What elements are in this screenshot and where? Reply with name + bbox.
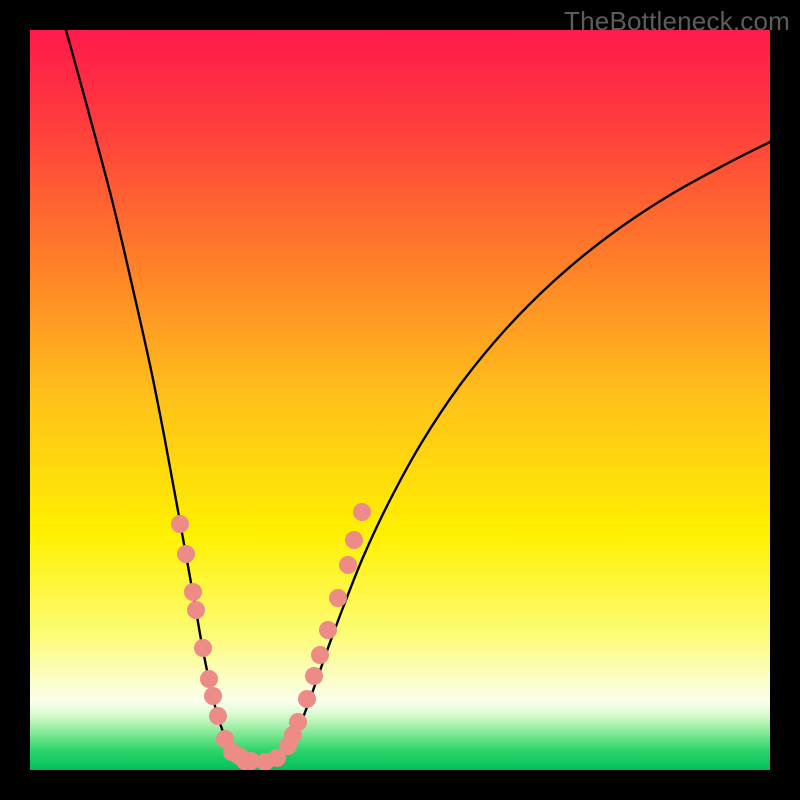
marker-right-6 <box>319 621 337 639</box>
marker-left-3 <box>187 601 205 619</box>
bottleneck-chart <box>30 30 770 770</box>
marker-left-1 <box>177 545 195 563</box>
marker-right-7 <box>329 589 347 607</box>
marker-right-5 <box>311 646 329 664</box>
plot-area <box>30 30 770 770</box>
marker-right-2 <box>289 713 307 731</box>
marker-left-6 <box>204 687 222 705</box>
marker-left-2 <box>184 583 202 601</box>
gradient-background <box>30 30 770 770</box>
watermark-text: TheBottleneck.com <box>564 6 790 37</box>
marker-right-9 <box>345 531 363 549</box>
marker-right-4 <box>305 667 323 685</box>
marker-left-5 <box>200 670 218 688</box>
marker-left-7 <box>209 707 227 725</box>
marker-left-4 <box>194 639 212 657</box>
marker-right-3 <box>298 690 316 708</box>
marker-left-0 <box>171 515 189 533</box>
marker-bottom-3 <box>268 749 286 767</box>
marker-right-8 <box>339 556 357 574</box>
marker-right-10 <box>353 503 371 521</box>
chart-frame: TheBottleneck.com <box>0 0 800 800</box>
